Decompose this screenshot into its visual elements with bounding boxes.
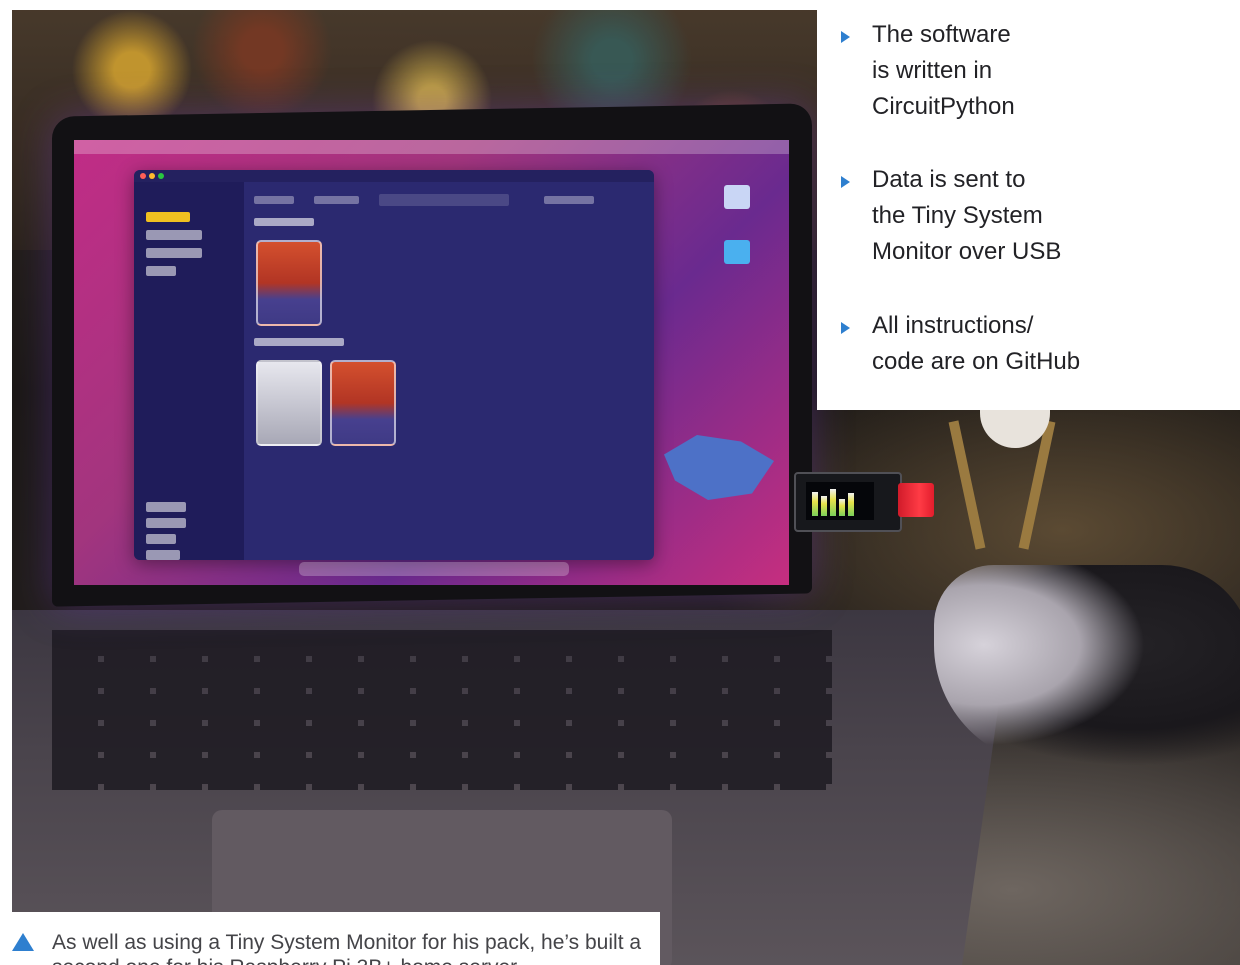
callout-box: The software is written in CircuitPython… <box>817 0 1240 410</box>
menu-bar <box>74 140 789 154</box>
monitor-level-bar <box>839 499 845 516</box>
usb-connector <box>898 483 934 517</box>
game-card <box>256 240 322 326</box>
game-card <box>330 360 396 446</box>
caption-text: As well as using a Tiny System Monitor f… <box>52 931 642 965</box>
tiny-system-monitor <box>794 472 902 532</box>
launcher-sidebar <box>134 182 244 560</box>
arrow-right-icon <box>841 322 850 334</box>
laptop-keyboard <box>52 630 832 790</box>
triangle-up-icon <box>12 933 34 951</box>
game-controller <box>934 565 1240 765</box>
folder-icon <box>724 240 750 264</box>
disk-icon <box>724 185 750 209</box>
bullet-item: All instructions/ code are on GitHub <box>841 308 1207 380</box>
arrow-right-icon <box>841 176 850 188</box>
caption-box: As well as using a Tiny System Monitor f… <box>0 912 660 965</box>
wooden-stand <box>942 408 1062 550</box>
window-titlebar <box>134 170 654 182</box>
monitor-level-bar <box>821 496 827 516</box>
laptop-screen <box>74 140 789 585</box>
monitor-level-bar <box>848 493 854 516</box>
arrow-right-icon <box>841 31 850 43</box>
monitor-level-bar <box>812 492 818 516</box>
game-launcher-window <box>134 170 654 560</box>
monitor-level-bar <box>830 489 836 516</box>
game-card <box>256 360 322 446</box>
bullet-item: Data is sent to the Tiny System Monitor … <box>841 162 1207 270</box>
dock <box>299 562 569 576</box>
monitor-display <box>806 482 874 520</box>
bullet-item: The software is written in CircuitPython <box>841 17 1207 125</box>
